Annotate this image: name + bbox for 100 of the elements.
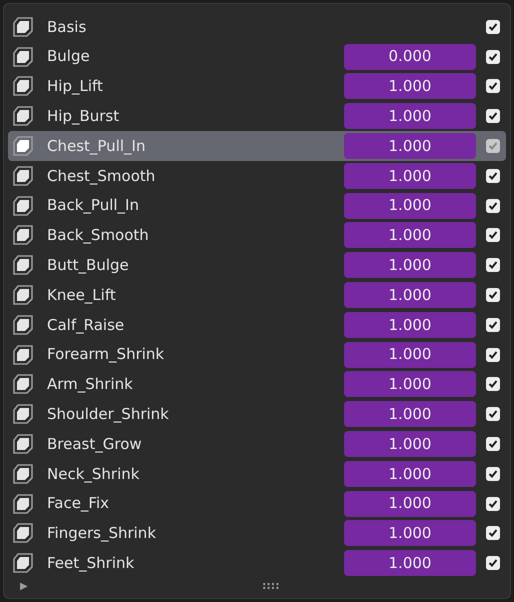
checkbox[interactable] [486, 168, 500, 183]
shape-key-row[interactable]: Shoulder_Shrink 1.000 [8, 399, 506, 430]
shape-key-row[interactable]: Neck_Shrink 1.000 [8, 458, 506, 489]
shape-key-row[interactable]: Feet_Shrink 1.000 [8, 548, 506, 578]
shape-key-icon [12, 254, 34, 276]
checkmark-icon [488, 528, 498, 538]
checkmark-icon [488, 320, 498, 330]
checkmark-icon [488, 230, 498, 240]
shape-key-icon [12, 75, 34, 98]
resize-grip[interactable]: :::: [262, 578, 280, 595]
value-field[interactable]: 1.000 [344, 312, 476, 338]
checkbox[interactable] [486, 288, 500, 302]
shape-key-row[interactable]: Chest_Smooth 1.000 [8, 160, 506, 191]
shape-key-name: Neck_Shrink [47, 464, 140, 485]
shape-key-row[interactable]: Knee_Lift 1.000 [8, 280, 506, 310]
shape-key-icon [12, 314, 34, 336]
checkbox[interactable] [486, 50, 500, 64]
shape-key-row[interactable]: Arm_Shrink 1.000 [8, 370, 506, 400]
shape-key-name: Face_Fix [47, 493, 110, 514]
shape-key-icon [12, 105, 34, 128]
shape-key-row[interactable]: Hip_Burst 1.000 [8, 101, 506, 132]
value-field[interactable]: 1.000 [344, 282, 476, 308]
shape-key-icon [12, 552, 34, 574]
shape-key-icon [12, 522, 34, 544]
checkmark-icon [488, 22, 498, 32]
checkbox[interactable] [486, 318, 500, 332]
value-field[interactable]: 1.000 [344, 401, 476, 428]
shape-key-name: Back_Pull_In [47, 195, 140, 216]
shape-key-name: Forearm_Shrink [47, 344, 166, 366]
checkmark-icon [488, 111, 498, 122]
shape-key-icon [12, 344, 34, 366]
value-field[interactable]: 1.000 [344, 431, 476, 458]
checkbox[interactable] [486, 556, 500, 570]
shape-key-row[interactable]: Chest_Pull_In 1.000 [8, 131, 506, 161]
checkmark-icon [488, 200, 498, 211]
checkmark-icon [488, 558, 498, 568]
value-field[interactable]: 1.000 [344, 460, 476, 487]
shape-key-name: Back_Smooth [47, 225, 150, 246]
shape-key-name: Breast_Grow [47, 434, 143, 455]
shape-key-name: Arm_Shrink [47, 374, 134, 396]
value-field[interactable]: 1.000 [344, 162, 476, 189]
checkbox[interactable] [486, 109, 500, 124]
shape-key-name: Chest_Pull_In [47, 136, 146, 157]
shape-key-icon [12, 403, 34, 426]
checkmark-icon [488, 81, 498, 92]
checkbox[interactable] [486, 198, 500, 213]
shape-key-name: Bulge [47, 46, 91, 68]
checkbox[interactable] [486, 466, 500, 481]
value-field[interactable]: 1.000 [344, 133, 476, 160]
value-field[interactable]: 1.000 [344, 73, 476, 100]
shape-key-icon [12, 373, 34, 396]
shape-key-row[interactable]: Hip_Lift 1.000 [8, 72, 506, 102]
value-field[interactable]: 1.000 [344, 371, 476, 398]
value-field[interactable]: 0.000 [344, 44, 476, 70]
shape-key-icon [12, 164, 34, 187]
shape-key-row[interactable]: Back_Smooth 1.000 [8, 220, 506, 250]
value-field[interactable]: 1.000 [344, 252, 476, 278]
value-field[interactable]: 1.000 [344, 490, 476, 517]
shape-key-name: Calf_Raise [47, 314, 126, 336]
value-field[interactable]: 1.000 [344, 103, 476, 130]
shape-key-icon [12, 194, 34, 217]
shape-key-name: Fingers_Shrink [47, 523, 157, 544]
shape-key-icon [12, 492, 34, 515]
shape-key-row[interactable]: Butt_Bulge 1.000 [8, 250, 506, 280]
shape-key-row[interactable]: Breast_Grow 1.000 [8, 429, 506, 459]
shape-key-icon [12, 135, 34, 158]
shape-key-name: Feet_Shrink [47, 552, 136, 574]
value-field[interactable]: 1.000 [344, 342, 476, 368]
shape-key-row[interactable]: Fingers_Shrink 1.000 [8, 518, 506, 548]
shape-key-row[interactable]: Forearm_Shrink 1.000 [8, 340, 506, 370]
shape-key-name: Hip_Burst [47, 106, 120, 128]
expand-toggle[interactable]: ▶ [20, 579, 28, 594]
checkmark-icon [488, 52, 498, 62]
checkbox[interactable] [486, 139, 500, 154]
checkbox[interactable] [486, 258, 500, 272]
value-field[interactable]: 1.000 [344, 550, 476, 576]
shape-key-row[interactable]: Calf_Raise 1.000 [8, 310, 506, 340]
checkbox[interactable] [486, 407, 500, 422]
checkbox[interactable] [486, 20, 500, 34]
checkmark-icon [488, 170, 498, 181]
shape-key-name: Hip_Lift [47, 76, 104, 98]
checkmark-icon [488, 379, 498, 390]
shape-key-row[interactable]: Back_Pull_In 1.000 [8, 190, 506, 221]
checkmark-icon [488, 409, 498, 420]
checkbox[interactable] [486, 79, 500, 94]
shape-key-row[interactable]: Face_Fix 1.000 [8, 488, 506, 519]
checkbox[interactable] [486, 437, 500, 452]
checkbox[interactable] [486, 496, 500, 511]
shape-key-row[interactable]: Bulge 0.000 [8, 42, 506, 72]
checkbox[interactable] [486, 348, 500, 362]
checkbox[interactable] [486, 526, 500, 540]
value-field[interactable]: 1.000 [344, 222, 476, 248]
checkbox[interactable] [486, 377, 500, 392]
shape-key-row[interactable]: Basis [8, 12, 506, 42]
shape-key-icon [12, 16, 34, 38]
checkmark-icon [488, 439, 498, 450]
shape-key-icon [12, 224, 34, 246]
value-field[interactable]: 1.000 [344, 192, 476, 219]
value-field[interactable]: 1.000 [344, 520, 476, 546]
checkbox[interactable] [486, 228, 500, 242]
